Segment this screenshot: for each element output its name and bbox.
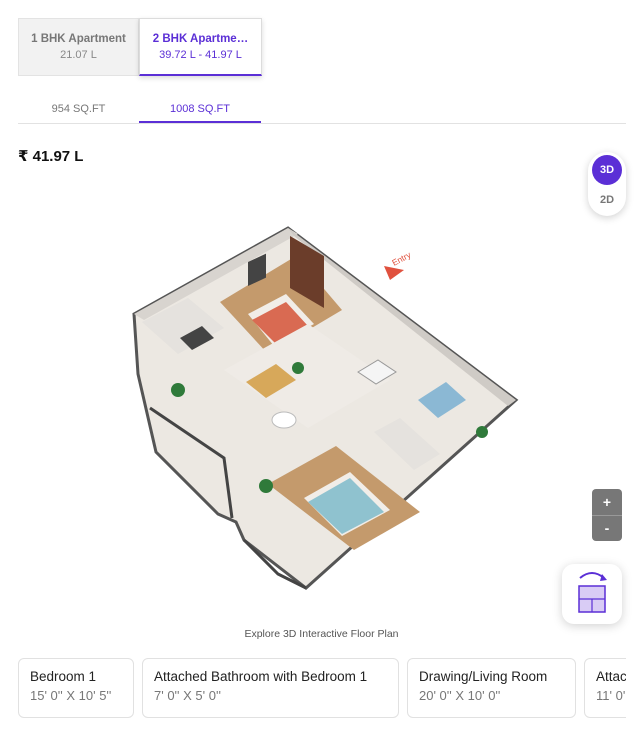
room-name: Attac <box>596 669 626 684</box>
plant-icon <box>259 479 273 493</box>
tab-area-954[interactable]: 954 SQ.FT <box>18 96 139 123</box>
zoom-controls: + - <box>592 489 622 541</box>
room-dimension: 20' 0'' X 10' 0'' <box>419 688 501 703</box>
tab-area-1008[interactable]: 1008 SQ.FT <box>139 96 261 123</box>
room-strip: Bedroom 1 15' 0'' X 10' 5'' Attached Bat… <box>18 658 626 718</box>
tab-2bhk-price: 39.72 L - 41.97 L <box>159 48 242 61</box>
room-dimension: 11' 0' <box>596 688 626 703</box>
plant-icon <box>292 362 304 374</box>
configuration-tabs: 1 BHK Apartment 21.07 L 2 BHK Apartme… 3… <box>18 18 262 76</box>
entry-arrow-icon <box>384 266 404 280</box>
rotate-floorplan-icon <box>578 572 607 613</box>
unit-price: ₹ 41.97 L <box>18 148 84 165</box>
room-list: Bedroom 1 15' 0'' X 10' 5'' Attached Bat… <box>18 658 626 718</box>
room-name: Attached Bathroom with Bedroom 1 <box>154 669 368 684</box>
plant-icon <box>171 383 185 397</box>
room-dimension: 15' 0'' X 10' 5'' <box>30 688 112 703</box>
floor-plan-3d[interactable]: Entry <box>128 222 520 594</box>
area-tabs: 954 SQ.FT 1008 SQ.FT <box>18 96 626 124</box>
explore-caption: Explore 3D Interactive Floor Plan <box>244 628 399 640</box>
tab-2bhk[interactable]: 2 BHK Apartme… 39.72 L - 41.97 L <box>139 18 262 76</box>
coffee-table <box>271 411 297 429</box>
view-3d-button[interactable]: 3D <box>592 155 622 185</box>
zoom-out-button[interactable]: - <box>592 516 622 542</box>
room-name: Drawing/Living Room <box>419 669 548 684</box>
room-card-bedroom-1[interactable]: Bedroom 1 15' 0'' X 10' 5'' <box>18 658 134 718</box>
room-name: Bedroom 1 <box>30 669 97 684</box>
room-card-attached-bathroom[interactable]: Attached Bathroom with Bedroom 1 7' 0'' … <box>142 658 399 718</box>
zoom-in-button[interactable]: + <box>592 489 622 516</box>
tab-1bhk-price: 21.07 L <box>60 49 97 61</box>
tab-1bhk-name: 1 BHK Apartment <box>31 33 126 45</box>
plant-icon <box>476 426 488 438</box>
rotate-floorplan-button[interactable] <box>562 564 622 624</box>
room-dimension: 7' 0'' X 5' 0'' <box>154 688 221 703</box>
tab-1bhk[interactable]: 1 BHK Apartment 21.07 L <box>18 18 139 76</box>
room-card-partial[interactable]: Attac 11' 0' <box>584 658 626 718</box>
tab-2bhk-name: 2 BHK Apartme… <box>152 32 249 45</box>
entry-label: Entry <box>390 249 413 267</box>
room-card-drawing-living[interactable]: Drawing/Living Room 20' 0'' X 10' 0'' <box>407 658 576 718</box>
view-2d-button[interactable]: 2D <box>592 188 622 212</box>
view-mode-toggle: 3D 2D <box>588 152 626 216</box>
